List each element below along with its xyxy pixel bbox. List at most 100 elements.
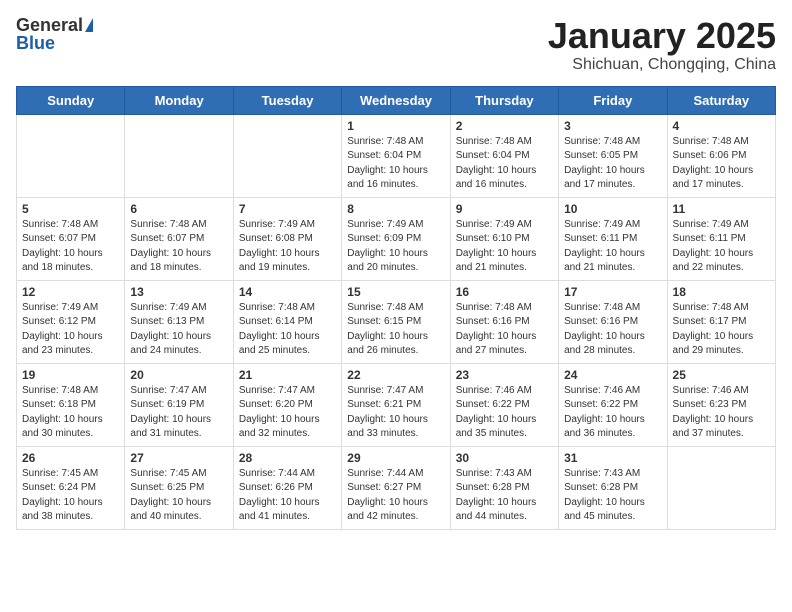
- day-number: 22: [347, 368, 444, 382]
- day-number: 6: [130, 202, 227, 216]
- day-number: 28: [239, 451, 336, 465]
- day-number: 19: [22, 368, 119, 382]
- day-number: 11: [673, 202, 770, 216]
- table-row: 2 Sunrise: 7:48 AM Sunset: 6:04 PM Daylig…: [450, 114, 558, 197]
- day-number: 10: [564, 202, 661, 216]
- table-row: 22 Sunrise: 7:47 AM Sunset: 6:21 PM Dayli…: [342, 363, 450, 446]
- table-row: 25Sunrise: 7:46 AM Sunset: 6:23 PM Dayli…: [667, 363, 775, 446]
- day-number: 2: [456, 119, 553, 133]
- calendar-week-row: 26 Sunrise: 7:45 AM Sunset: 6:24 PM Dayli…: [17, 446, 776, 529]
- day-info: Sunrise: 7:45 AM Sunset: 6:24 PM Dayligh…: [22, 467, 119, 525]
- day-info: Sunrise: 7:43 AM Sunset: 6:28 PM Dayligh…: [456, 467, 553, 525]
- day-info: Sunrise: 7:46 AM Sunset: 6:23 PM Dayligh…: [673, 384, 770, 442]
- table-row: 21 Sunrise: 7:47 AM Sunset: 6:20 PM Dayli…: [233, 363, 341, 446]
- col-friday: Friday: [559, 86, 667, 114]
- logo-text-blue: Blue: [16, 34, 55, 52]
- table-row: 19 Sunrise: 7:48 AM Sunset: 6:18 PM Dayli…: [17, 363, 125, 446]
- table-row: 26 Sunrise: 7:45 AM Sunset: 6:24 PM Dayli…: [17, 446, 125, 529]
- table-row: 29 Sunrise: 7:44 AM Sunset: 6:27 PM Dayli…: [342, 446, 450, 529]
- day-number: 27: [130, 451, 227, 465]
- table-row: 11 Sunrise: 7:49 AM Sunset: 6:11 PM Dayli…: [667, 197, 775, 280]
- table-row: 8Sunrise: 7:49 AM Sunset: 6:09 PM Daylig…: [342, 197, 450, 280]
- day-info: Sunrise: 7:49 AM Sunset: 6:11 PM Dayligh…: [673, 218, 770, 276]
- page-header: General Blue January 2025 Shichuan, Chon…: [16, 16, 776, 74]
- table-row: 1Sunrise: 7:48 AM Sunset: 6:04 PM Daylig…: [342, 114, 450, 197]
- day-info: Sunrise: 7:45 AM Sunset: 6:25 PM Dayligh…: [130, 467, 227, 525]
- day-number: 31: [564, 451, 661, 465]
- day-info: Sunrise: 7:49 AM Sunset: 6:13 PM Dayligh…: [130, 301, 227, 359]
- col-tuesday: Tuesday: [233, 86, 341, 114]
- day-info: Sunrise: 7:47 AM Sunset: 6:20 PM Dayligh…: [239, 384, 336, 442]
- day-number: 14: [239, 285, 336, 299]
- calendar-week-row: 5 Sunrise: 7:48 AM Sunset: 6:07 PM Daylig…: [17, 197, 776, 280]
- day-number: 24: [564, 368, 661, 382]
- day-info: Sunrise: 7:49 AM Sunset: 6:12 PM Dayligh…: [22, 301, 119, 359]
- calendar-location: Shichuan, Chongqing, China: [548, 56, 776, 74]
- day-info: Sunrise: 7:48 AM Sunset: 6:04 PM Dayligh…: [456, 135, 553, 193]
- table-row: 6 Sunrise: 7:48 AM Sunset: 6:07 PM Daylig…: [125, 197, 233, 280]
- logo: General Blue: [16, 16, 93, 52]
- calendar-table: Sunday Monday Tuesday Wednesday Thursday…: [16, 86, 776, 530]
- day-info: Sunrise: 7:46 AM Sunset: 6:22 PM Dayligh…: [456, 384, 553, 442]
- table-row: 31 Sunrise: 7:43 AM Sunset: 6:28 PM Dayli…: [559, 446, 667, 529]
- day-number: 20: [130, 368, 227, 382]
- calendar-week-row: 1 Sunrise: 7:48 AM Sunset: 6:04 PM Daylig…: [17, 114, 776, 197]
- day-info: Sunrise: 7:48 AM Sunset: 6:07 PM Dayligh…: [130, 218, 227, 276]
- day-info: Sunrise: 7:43 AM Sunset: 6:28 PM Dayligh…: [564, 467, 661, 525]
- day-info: Sunrise: 7:48 AM Sunset: 6:14 PM Dayligh…: [239, 301, 336, 359]
- logo-triangle-icon: [85, 18, 93, 32]
- table-row: [233, 114, 341, 197]
- table-row: 14 Sunrise: 7:48 AM Sunset: 6:14 PM Dayli…: [233, 280, 341, 363]
- day-info: Sunrise: 7:48 AM Sunset: 6:16 PM Dayligh…: [456, 301, 553, 359]
- table-row: 12 Sunrise: 7:49 AM Sunset: 6:12 PM Dayli…: [17, 280, 125, 363]
- table-row: 20 Sunrise: 7:47 AM Sunset: 6:19 PM Dayli…: [125, 363, 233, 446]
- day-number: 13: [130, 285, 227, 299]
- calendar-week-row: 12 Sunrise: 7:49 AM Sunset: 6:12 PM Dayli…: [17, 280, 776, 363]
- day-number: 15: [347, 285, 444, 299]
- calendar-week-row: 19 Sunrise: 7:48 AM Sunset: 6:18 PM Dayli…: [17, 363, 776, 446]
- day-info: Sunrise: 7:48 AM Sunset: 6:06 PM Dayligh…: [673, 135, 770, 193]
- day-number: 23: [456, 368, 553, 382]
- day-number: 5: [22, 202, 119, 216]
- table-row: 7Sunrise: 7:49 AM Sunset: 6:08 PM Daylig…: [233, 197, 341, 280]
- table-row: [667, 446, 775, 529]
- day-number: 21: [239, 368, 336, 382]
- day-info: Sunrise: 7:48 AM Sunset: 6:16 PM Dayligh…: [564, 301, 661, 359]
- col-wednesday: Wednesday: [342, 86, 450, 114]
- day-number: 12: [22, 285, 119, 299]
- day-info: Sunrise: 7:49 AM Sunset: 6:08 PM Dayligh…: [239, 218, 336, 276]
- day-info: Sunrise: 7:48 AM Sunset: 6:15 PM Dayligh…: [347, 301, 444, 359]
- day-info: Sunrise: 7:48 AM Sunset: 6:18 PM Dayligh…: [22, 384, 119, 442]
- day-info: Sunrise: 7:49 AM Sunset: 6:11 PM Dayligh…: [564, 218, 661, 276]
- day-info: Sunrise: 7:44 AM Sunset: 6:27 PM Dayligh…: [347, 467, 444, 525]
- table-row: 30Sunrise: 7:43 AM Sunset: 6:28 PM Dayli…: [450, 446, 558, 529]
- day-number: 1: [347, 119, 444, 133]
- day-number: 26: [22, 451, 119, 465]
- title-block: January 2025 Shichuan, Chongqing, China: [548, 16, 776, 74]
- day-info: Sunrise: 7:49 AM Sunset: 6:10 PM Dayligh…: [456, 218, 553, 276]
- day-number: 29: [347, 451, 444, 465]
- day-info: Sunrise: 7:48 AM Sunset: 6:17 PM Dayligh…: [673, 301, 770, 359]
- day-info: Sunrise: 7:46 AM Sunset: 6:22 PM Dayligh…: [564, 384, 661, 442]
- table-row: [17, 114, 125, 197]
- logo-text-general: General: [16, 16, 83, 34]
- day-info: Sunrise: 7:47 AM Sunset: 6:21 PM Dayligh…: [347, 384, 444, 442]
- table-row: 23 Sunrise: 7:46 AM Sunset: 6:22 PM Dayli…: [450, 363, 558, 446]
- table-row: 13 Sunrise: 7:49 AM Sunset: 6:13 PM Dayli…: [125, 280, 233, 363]
- col-monday: Monday: [125, 86, 233, 114]
- col-saturday: Saturday: [667, 86, 775, 114]
- day-number: 9: [456, 202, 553, 216]
- table-row: [125, 114, 233, 197]
- day-info: Sunrise: 7:47 AM Sunset: 6:19 PM Dayligh…: [130, 384, 227, 442]
- table-row: 9 Sunrise: 7:49 AM Sunset: 6:10 PM Daylig…: [450, 197, 558, 280]
- table-row: 17 Sunrise: 7:48 AM Sunset: 6:16 PM Dayli…: [559, 280, 667, 363]
- table-row: 28Sunrise: 7:44 AM Sunset: 6:26 PM Dayli…: [233, 446, 341, 529]
- table-row: 27 Sunrise: 7:45 AM Sunset: 6:25 PM Dayli…: [125, 446, 233, 529]
- col-thursday: Thursday: [450, 86, 558, 114]
- day-info: Sunrise: 7:48 AM Sunset: 6:05 PM Dayligh…: [564, 135, 661, 193]
- day-info: Sunrise: 7:49 AM Sunset: 6:09 PM Dayligh…: [347, 218, 444, 276]
- col-sunday: Sunday: [17, 86, 125, 114]
- day-info: Sunrise: 7:48 AM Sunset: 6:07 PM Dayligh…: [22, 218, 119, 276]
- calendar-title: January 2025: [548, 16, 776, 56]
- day-number: 17: [564, 285, 661, 299]
